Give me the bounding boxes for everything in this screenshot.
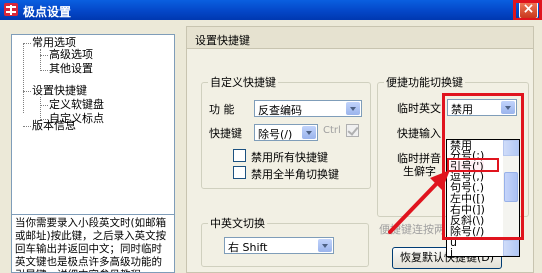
tree-item-other[interactable]: 其他设置	[49, 63, 93, 75]
chevron-down-icon[interactable]	[346, 102, 360, 115]
tree-item-softkeyboard[interactable]: 定义软键盘	[49, 99, 104, 111]
temp-english-label: 临时英文	[397, 102, 441, 115]
cn-en-switch-select[interactable]: 右 Shift	[224, 237, 334, 254]
custom-shortcut-legend: 自定义快捷键	[210, 76, 276, 89]
function-select[interactable]: 反查编码	[254, 100, 362, 117]
scroll-down-icon[interactable]	[503, 240, 519, 256]
ctrl-label: Ctrl	[323, 125, 341, 136]
disable-all-label: 禁用所有快捷键	[251, 151, 328, 164]
tree-line	[40, 55, 48, 56]
function-value: 反查编码	[258, 104, 302, 117]
quick-input-label: 快捷输入	[397, 127, 441, 140]
tree-line	[23, 43, 31, 44]
annotation-arrow-icon	[388, 170, 450, 234]
shortcut-select[interactable]: 除号(/)	[254, 124, 318, 141]
tree-line	[23, 126, 31, 127]
chevron-down-icon[interactable]	[318, 239, 332, 252]
chevron-down-icon[interactable]	[302, 126, 316, 139]
cn-en-switch-legend: 中英文切换	[210, 217, 265, 230]
cn-en-switch-value: 右 Shift	[228, 241, 268, 254]
close-highlight-box	[513, 0, 542, 21]
ctrl-checkbox[interactable]	[346, 124, 359, 137]
convenience-switch-legend: 便捷功能切换键	[386, 76, 463, 89]
tree-item-shortcuts[interactable]: 设置快捷键	[32, 85, 87, 97]
dropdown-option[interactable]: i	[450, 247, 453, 257]
tree-line	[40, 105, 48, 106]
help-description: 当你需要录入小段英文时(如邮箱或邮址)按此键，之后录入英文按回车输出并返回中文；…	[11, 214, 175, 273]
app-logo-icon	[4, 3, 18, 16]
disable-all-checkbox[interactable]	[233, 149, 246, 162]
window-body: 常用选项 高级选项 其他设置 设置快捷键 定义软键盘 自定义标点 版本信息 当你…	[0, 20, 542, 273]
tree-line	[40, 70, 48, 71]
tree-line	[23, 43, 24, 113]
tree-line	[23, 91, 31, 92]
window-title: 极点设置	[23, 5, 72, 19]
settings-tree: 常用选项 高级选项 其他设置 设置快捷键 定义软键盘 自定义标点 版本信息	[11, 34, 175, 224]
tree-item-advanced[interactable]: 高级选项	[49, 49, 93, 61]
disable-fullwidth-checkbox[interactable]	[233, 166, 246, 179]
shortcut-value: 除号(/)	[258, 128, 293, 141]
panel-title: 设置快捷键	[195, 34, 250, 47]
tree-line	[40, 97, 41, 120]
shortcut-label: 快捷键	[209, 127, 242, 140]
tree-item-version[interactable]: 版本信息	[32, 120, 76, 132]
tree-line	[40, 49, 41, 71]
disable-fullwidth-label: 禁用全半角切换键	[251, 168, 339, 181]
panel-header: 设置快捷键	[187, 27, 533, 49]
function-label: 功 能	[209, 103, 235, 116]
title-bar: 极点设置 ×	[0, 0, 542, 21]
